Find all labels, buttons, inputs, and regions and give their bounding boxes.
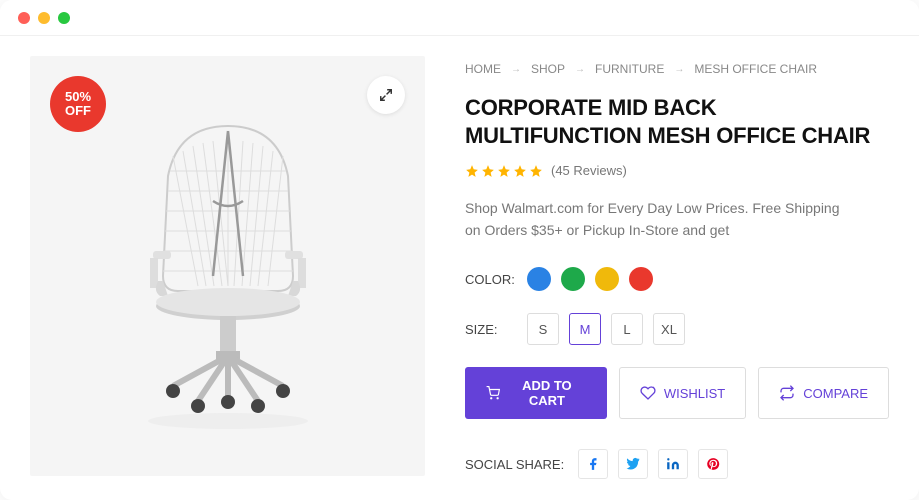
star-icon	[465, 164, 479, 178]
rating-row: (45 Reviews)	[465, 163, 889, 178]
linkedin-share-button[interactable]	[658, 449, 688, 479]
facebook-share-button[interactable]	[578, 449, 608, 479]
size-option-l[interactable]: L	[611, 313, 643, 345]
size-label: SIZE:	[465, 322, 511, 337]
expand-icon	[379, 88, 393, 102]
discount-badge: 50% OFF	[50, 76, 106, 132]
browser-window: 50% OFF	[0, 0, 919, 500]
breadcrumb-home[interactable]: HOME	[465, 62, 501, 76]
minimize-window-button[interactable]	[38, 12, 50, 24]
product-image: 50% OFF	[30, 56, 425, 476]
wishlist-label: WISHLIST	[664, 386, 725, 401]
color-swatches	[527, 267, 653, 291]
social-share-label: SOCIAL SHARE:	[465, 457, 564, 472]
breadcrumb-furniture[interactable]: FURNITURE	[595, 62, 664, 76]
breadcrumb-shop[interactable]: SHOP	[531, 62, 565, 76]
review-count[interactable]: (45 Reviews)	[551, 163, 627, 178]
color-swatch-yellow[interactable]	[595, 267, 619, 291]
compare-icon	[779, 385, 795, 401]
social-buttons	[578, 449, 728, 479]
size-options: S M L XL	[527, 313, 685, 345]
color-swatch-red[interactable]	[629, 267, 653, 291]
social-share-row: SOCIAL SHARE:	[465, 449, 889, 479]
action-buttons: ADD TO CART WISHLIST COMPARE	[465, 367, 889, 419]
star-icon	[513, 164, 527, 178]
facebook-icon	[586, 457, 600, 471]
star-rating	[465, 164, 543, 178]
star-icon	[529, 164, 543, 178]
linkedin-icon	[666, 457, 680, 471]
zoom-button[interactable]	[367, 76, 405, 114]
maximize-window-button[interactable]	[58, 12, 70, 24]
twitter-icon	[626, 457, 640, 471]
page-content: 50% OFF	[0, 36, 919, 500]
breadcrumb: HOME → SHOP → FURNITURE → MESH OFFICE CH…	[465, 62, 889, 76]
chevron-right-icon: →	[674, 64, 684, 75]
product-title: CORPORATE MID BACK MULTIFUNCTION MESH OF…	[465, 94, 889, 149]
size-option-xl[interactable]: XL	[653, 313, 685, 345]
color-swatch-blue[interactable]	[527, 267, 551, 291]
product-description: Shop Walmart.com for Every Day Low Price…	[465, 198, 845, 241]
size-option-s[interactable]: S	[527, 313, 559, 345]
product-gallery: 50% OFF	[30, 56, 425, 480]
star-icon	[497, 164, 511, 178]
breadcrumb-current: MESH OFFICE CHAIR	[694, 62, 817, 76]
size-option-m[interactable]: M	[569, 313, 601, 345]
chevron-right-icon: →	[575, 64, 585, 75]
wishlist-button[interactable]: WISHLIST	[619, 367, 746, 419]
browser-title-bar	[0, 0, 919, 36]
compare-button[interactable]: COMPARE	[758, 367, 889, 419]
chevron-right-icon: →	[511, 64, 521, 75]
size-option-row: SIZE: S M L XL	[465, 313, 889, 345]
pinterest-share-button[interactable]	[698, 449, 728, 479]
color-swatch-green[interactable]	[561, 267, 585, 291]
close-window-button[interactable]	[18, 12, 30, 24]
product-details: HOME → SHOP → FURNITURE → MESH OFFICE CH…	[465, 56, 889, 480]
twitter-share-button[interactable]	[618, 449, 648, 479]
pinterest-icon	[706, 457, 720, 471]
star-icon	[481, 164, 495, 178]
color-option-row: COLOR:	[465, 267, 889, 291]
heart-icon	[640, 385, 656, 401]
add-to-cart-label: ADD TO CART	[508, 378, 586, 408]
chair-illustration	[98, 96, 358, 436]
add-to-cart-button[interactable]: ADD TO CART	[465, 367, 607, 419]
cart-icon	[486, 385, 500, 401]
color-label: COLOR:	[465, 272, 511, 287]
compare-label: COMPARE	[803, 386, 868, 401]
